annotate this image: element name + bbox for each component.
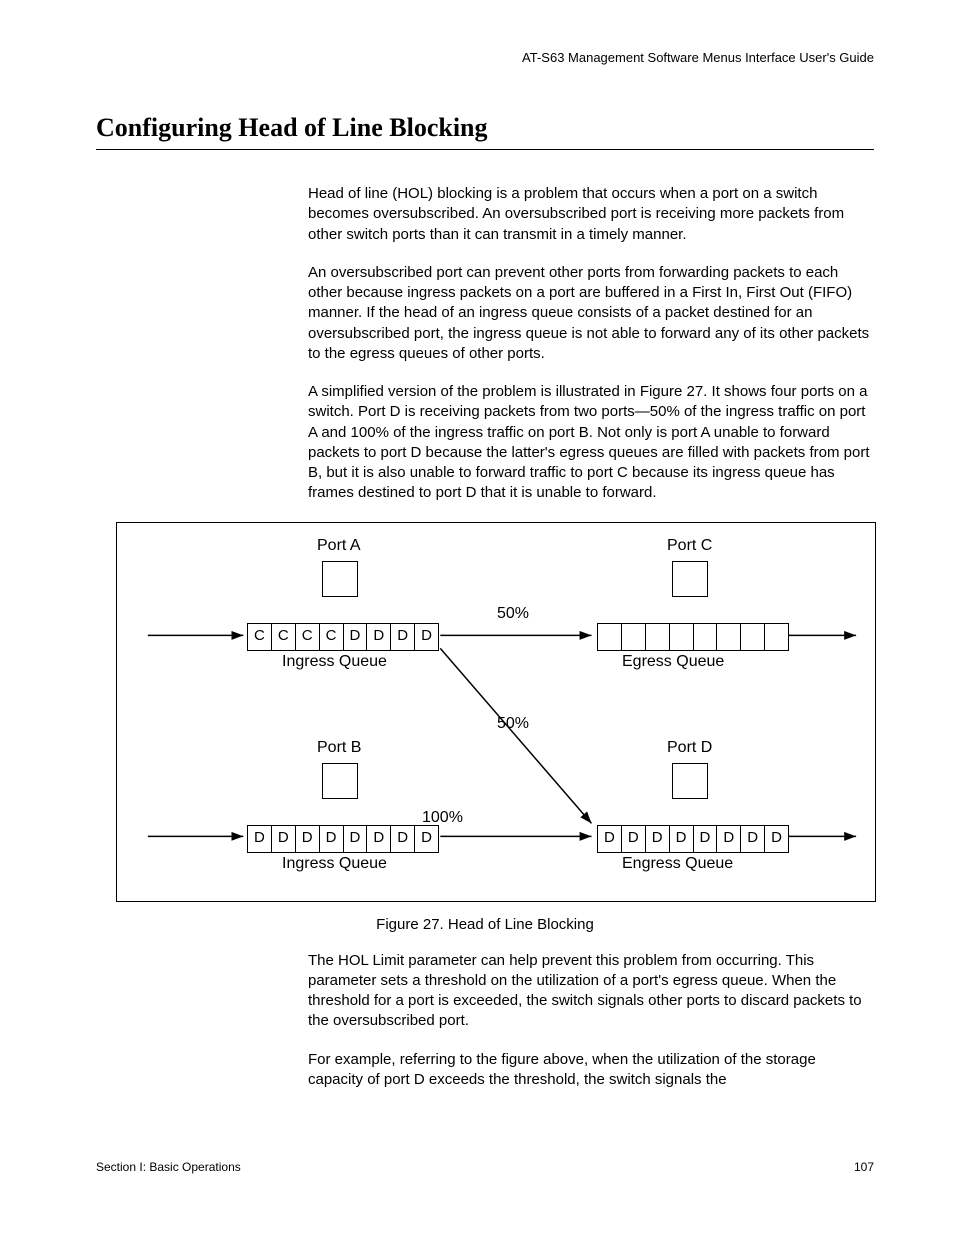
running-header: AT-S63 Management Software Menus Interfa… (96, 50, 874, 65)
queue-cell: D (272, 826, 296, 852)
queue-cell: C (248, 624, 272, 650)
queue-cell: D (320, 826, 344, 852)
label-egress-d: Engress Queue (622, 855, 733, 873)
label-port-d: Port D (667, 739, 712, 757)
queue-cell: D (741, 826, 765, 852)
page-footer: Section I: Basic Operations 107 (96, 1160, 874, 1174)
queue-cell: D (391, 826, 415, 852)
label-port-a: Port A (317, 537, 361, 555)
document-page: AT-S63 Management Software Menus Interfa… (0, 0, 954, 1214)
queue-cell (622, 624, 646, 650)
queue-cell: C (272, 624, 296, 650)
queue-cell: C (296, 624, 320, 650)
port-box-a (322, 561, 358, 597)
queue-cell: D (344, 826, 368, 852)
queue-cell (717, 624, 741, 650)
label-50pct-top: 50% (497, 605, 529, 623)
queue-port-a-ingress: CCCCDDDD (247, 623, 439, 651)
queue-cell: D (694, 826, 718, 852)
queue-cell (646, 624, 670, 650)
paragraph: For example, referring to the figure abo… (308, 1050, 874, 1091)
queue-cell: C (320, 624, 344, 650)
queue-cell (694, 624, 718, 650)
queue-port-b-ingress: DDDDDDDD (247, 825, 439, 853)
body-column-bottom: The HOL Limit parameter can help prevent… (308, 951, 874, 1091)
queue-cell: D (296, 826, 320, 852)
queue-cell: D (670, 826, 694, 852)
queue-cell: D (391, 624, 415, 650)
figure-caption: Figure 27. Head of Line Blocking (96, 916, 874, 933)
queue-cell: D (367, 826, 391, 852)
queue-cell: D (367, 624, 391, 650)
label-port-b: Port B (317, 739, 361, 757)
queue-cell (765, 624, 788, 650)
queue-port-c-egress (597, 623, 789, 651)
queue-cell: D (415, 624, 438, 650)
section-title: Configuring Head of Line Blocking (96, 113, 874, 150)
queue-cell (598, 624, 622, 650)
label-port-c: Port C (667, 537, 712, 555)
paragraph: A simplified version of the problem is i… (308, 382, 874, 504)
port-box-b (322, 763, 358, 799)
paragraph: Head of line (HOL) blocking is a problem… (308, 184, 874, 245)
label-egress-c: Egress Queue (622, 653, 724, 671)
paragraph: An oversubscribed port can prevent other… (308, 263, 874, 364)
port-box-d (672, 763, 708, 799)
label-ingress-a: Ingress Queue (282, 653, 387, 671)
queue-port-d-egress: DDDDDDDD (597, 825, 789, 853)
footer-section: Section I: Basic Operations (96, 1160, 241, 1174)
queue-cell: D (717, 826, 741, 852)
label-50pct-bottom: 50% (497, 715, 529, 733)
footer-page-number: 107 (854, 1160, 874, 1174)
queue-cell: D (598, 826, 622, 852)
label-100pct: 100% (422, 809, 463, 827)
queue-cell: D (248, 826, 272, 852)
queue-cell (741, 624, 765, 650)
figure-hol-blocking: Port A Port C Port B Port D CCCCDDDD Ing… (116, 522, 876, 902)
queue-cell: D (622, 826, 646, 852)
queue-cell (670, 624, 694, 650)
label-ingress-b: Ingress Queue (282, 855, 387, 873)
paragraph: The HOL Limit parameter can help prevent… (308, 951, 874, 1032)
body-column-top: Head of line (HOL) blocking is a problem… (308, 184, 874, 504)
port-box-c (672, 561, 708, 597)
queue-cell: D (765, 826, 788, 852)
queue-cell: D (344, 624, 368, 650)
queue-cell: D (415, 826, 438, 852)
queue-cell: D (646, 826, 670, 852)
